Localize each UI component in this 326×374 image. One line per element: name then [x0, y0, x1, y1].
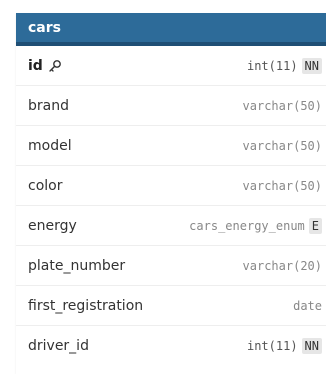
column-name: color [28, 177, 63, 194]
table-title: cars [28, 19, 61, 36]
column-name: energy [28, 217, 77, 234]
column-name: first_registration [28, 297, 144, 314]
column-row-plate-number[interactable]: plate_number varchar(20) [16, 246, 326, 286]
column-row-energy[interactable]: energy cars_energy_enum E [16, 206, 326, 246]
column-row-id[interactable]: id int(11) NN [16, 46, 326, 86]
column-type: varchar(50) [242, 178, 322, 193]
column-type: date [293, 298, 322, 313]
column-row-first-registration[interactable]: first_registration date [16, 286, 326, 326]
column-type: varchar(50) [242, 138, 322, 153]
column-name: plate_number [28, 257, 126, 274]
column-name: driver_id [28, 338, 89, 354]
key-icon [49, 59, 61, 72]
not-null-badge: NN [301, 57, 322, 74]
column-name: id [28, 57, 43, 74]
column-type: int(11) [246, 58, 298, 73]
column-type: int(11) [246, 339, 298, 353]
column-row-driver-id[interactable]: driver_id int(11) NN [16, 326, 326, 366]
table-header[interactable]: cars [16, 13, 326, 46]
column-type: cars_energy_enum [189, 218, 305, 233]
column-row-color[interactable]: color varchar(50) [16, 166, 326, 206]
column-type: varchar(20) [242, 258, 322, 273]
column-name: model [28, 137, 72, 154]
column-name: brand [28, 97, 69, 114]
column-type: varchar(50) [242, 98, 322, 113]
enum-badge: E [308, 217, 322, 234]
column-row-brand[interactable]: brand varchar(50) [16, 86, 326, 126]
column-row-model[interactable]: model varchar(50) [16, 126, 326, 166]
not-null-badge: NN [301, 338, 322, 354]
table-cars[interactable]: cars id int(11) NN brand varchar(50) mod… [16, 13, 326, 374]
